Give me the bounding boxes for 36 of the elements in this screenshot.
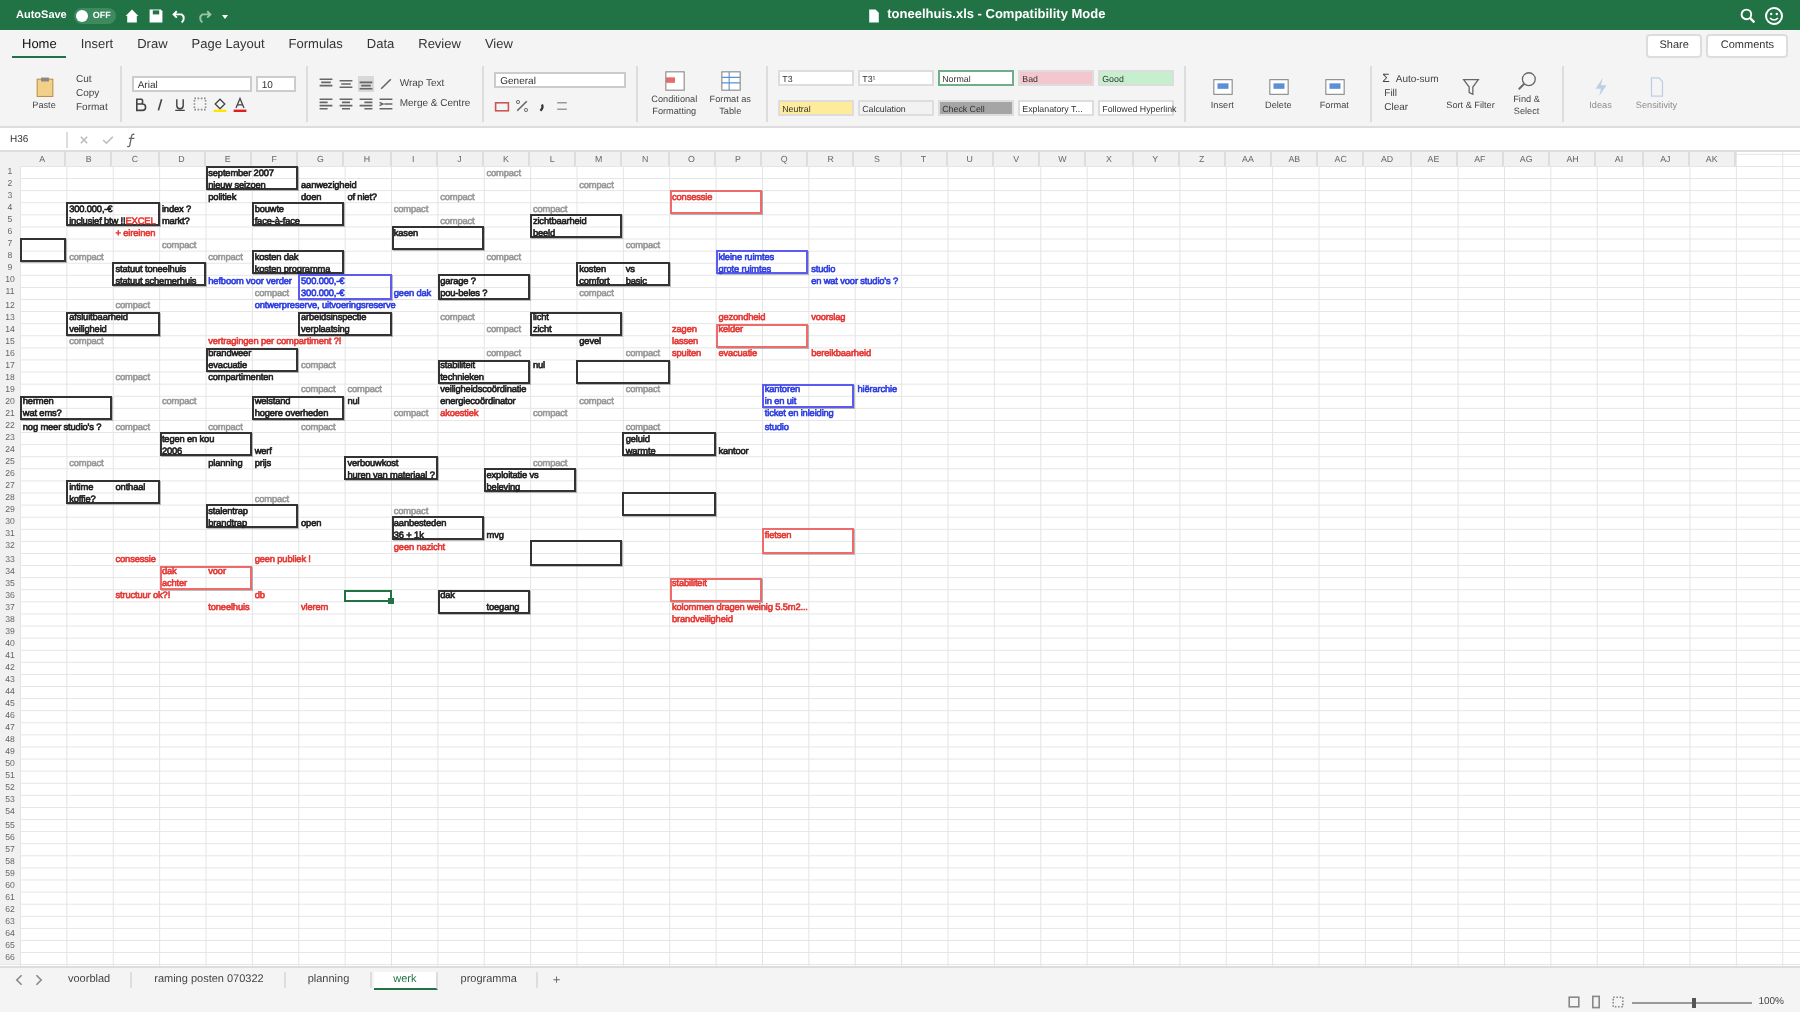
fill-color-icon[interactable]: [211, 95, 228, 111]
document-icon: [865, 7, 882, 23]
save-icon[interactable]: [148, 7, 165, 23]
search-icon[interactable]: [1740, 7, 1756, 23]
bold-icon[interactable]: [131, 95, 148, 111]
redo-icon[interactable]: [196, 7, 213, 23]
home-icon[interactable]: [124, 7, 141, 23]
underline-icon[interactable]: [171, 95, 188, 111]
normal-view-icon[interactable]: [1566, 994, 1583, 1010]
table-icon: [663, 70, 686, 93]
document-icon: [1645, 75, 1668, 98]
align-right-icon[interactable]: [357, 95, 374, 111]
table-icon: [719, 70, 742, 93]
align-top-icon[interactable]: [317, 75, 334, 91]
grid-icon: [1267, 75, 1290, 98]
undo-icon[interactable]: [172, 7, 189, 23]
funnel-icon: [1459, 75, 1482, 98]
page-layout-icon[interactable]: [1588, 994, 1605, 1010]
search-icon: [1515, 70, 1538, 93]
clipboard-icon: [33, 75, 55, 98]
function-icon[interactable]: [124, 131, 140, 147]
percent-icon[interactable]: [514, 98, 531, 114]
align-bottom-icon[interactable]: [357, 75, 374, 91]
align-middle-icon[interactable]: [337, 75, 354, 91]
font-color-icon[interactable]: [231, 95, 248, 111]
align-center-icon[interactable]: [337, 95, 354, 111]
align-left-icon[interactable]: [317, 95, 334, 111]
check-icon[interactable]: [100, 131, 116, 147]
smiley-icon[interactable]: [1764, 5, 1784, 25]
grid-icon: [1211, 75, 1234, 98]
grid-icon: [1323, 75, 1346, 98]
page-break-icon[interactable]: [1610, 994, 1627, 1010]
indent-icon[interactable]: [377, 95, 394, 111]
next-sheet-icon[interactable]: [30, 972, 46, 988]
previous-sheet-icon[interactable]: [12, 972, 28, 988]
selected-cell[interactable]: [344, 589, 391, 602]
